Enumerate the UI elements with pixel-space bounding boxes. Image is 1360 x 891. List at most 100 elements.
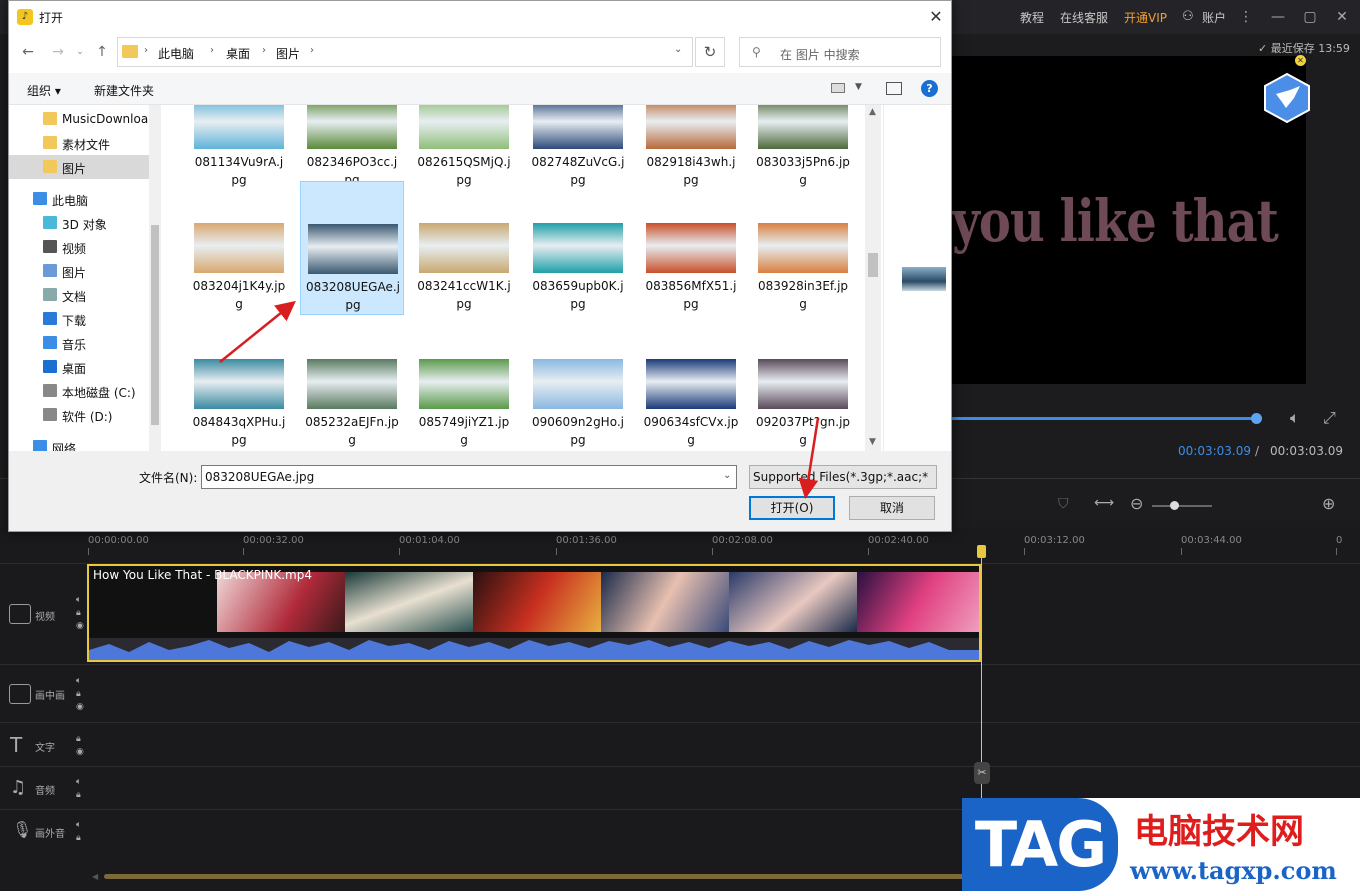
zoom-out-icon[interactable]: ⊖	[1130, 494, 1143, 513]
file-name: 083659upb0K.jpg	[532, 279, 624, 311]
playhead-handle[interactable]	[977, 545, 986, 558]
nav-item[interactable]: 下载	[9, 307, 149, 331]
nav-scrollbar[interactable]	[149, 105, 161, 451]
preview-pane-icon[interactable]	[886, 82, 902, 95]
nav-item[interactable]: 软件 (D:)	[9, 403, 149, 427]
documents-icon	[43, 288, 57, 301]
file-item[interactable]: 090609n2gHo.jpg	[526, 317, 630, 451]
file-item[interactable]: 090634sfCVx.jpg	[639, 317, 743, 451]
file-item[interactable]: 085232aEJFn.jpg	[300, 317, 404, 451]
progress-handle[interactable]	[1251, 413, 1262, 424]
scroll-up-icon[interactable]: ▲	[869, 107, 876, 117]
file-thumbnail	[307, 105, 397, 149]
recent-dropdown-icon[interactable]: ⌄	[71, 43, 89, 61]
view-options-icon[interactable]	[831, 83, 845, 93]
account-link[interactable]: 账户	[1202, 9, 1226, 26]
nav-item[interactable]: 图片	[9, 259, 149, 283]
file-item[interactable]: 084843qXPHu.jpg	[187, 317, 291, 451]
marker-icon[interactable]: ⛉	[1058, 496, 1069, 512]
breadcrumb-desktop[interactable]: 桌面	[226, 45, 250, 62]
refresh-icon[interactable]: ↻	[695, 37, 725, 67]
file-name: 083241ccW1K.jpg	[417, 279, 511, 311]
file-item[interactable]: 083928in3Ef.jpg	[751, 181, 855, 315]
track-controls-icon[interactable]: 🔈︎ 🔒︎	[76, 776, 81, 802]
nav-scroll-thumb[interactable]	[151, 225, 159, 425]
file-grid: 081134Vu9rA.jpg 082346PO3cc.jpg 082615QSMj…	[161, 105, 881, 451]
file-item[interactable]: 083204j1K4y.jpg	[187, 181, 291, 315]
nav-item[interactable]: MusicDownloa	[9, 107, 149, 131]
file-scrollbar[interactable]: ▲ ▼	[865, 105, 881, 451]
maximize-icon[interactable]: ▢	[1300, 7, 1320, 27]
breadcrumb-this-pc[interactable]: 此电脑	[158, 45, 194, 62]
file-item[interactable]: 085749jiYZ1.jpg	[412, 317, 516, 451]
nav-item[interactable]: 网络	[9, 435, 149, 451]
track-controls-icon[interactable]: 🔒︎ ◉	[76, 733, 84, 759]
video-preview[interactable]: you like that	[952, 56, 1306, 384]
nav-item[interactable]: 3D 对象	[9, 211, 149, 235]
track-text: T 文字 🔒︎ ◉	[0, 722, 1360, 766]
file-item[interactable]: 083856MfX51.jpg	[639, 181, 743, 315]
nav-item[interactable]: 文档	[9, 283, 149, 307]
file-item[interactable]: 083208UEGAe.jpg	[300, 181, 404, 315]
file-item[interactable]: 092037Pt?gn.jpg	[751, 317, 855, 451]
nav-item[interactable]: 音乐	[9, 331, 149, 355]
video-clip[interactable]: How You Like That - BLACKPINK.mp4	[87, 564, 981, 662]
organize-button[interactable]: 组织 ▾	[27, 82, 61, 99]
help-icon[interactable]: ?	[921, 80, 938, 97]
track-controls-icon[interactable]: 🔈︎ 🔒︎	[76, 819, 81, 845]
file-thumbnail	[646, 223, 736, 273]
track-controls-icon[interactable]: 🔈︎ 🔒︎ ◉	[76, 594, 84, 633]
file-name: 090634sfCVx.jpg	[643, 415, 739, 447]
track-controls-icon[interactable]: 🔈︎ 🔒︎ ◉	[76, 675, 84, 714]
nav-item-label: 图片	[62, 162, 87, 176]
scroll-left-icon[interactable]: ◀	[92, 872, 98, 881]
menu-icon[interactable]: ⋮	[1236, 7, 1256, 27]
fit-width-icon[interactable]: ⟷	[1094, 495, 1114, 511]
breadcrumb-pictures[interactable]: 图片	[276, 45, 300, 62]
nav-item[interactable]: 图片	[9, 155, 149, 179]
filename-label: 文件名(N):	[139, 471, 198, 485]
cancel-button[interactable]: 取消	[849, 496, 935, 520]
chevron-down-icon[interactable]: ⌄	[674, 44, 682, 55]
up-arrow-icon[interactable]: ↑	[93, 43, 111, 61]
fullscreen-icon[interactable]: ⤢	[1323, 408, 1336, 428]
chevron-right-icon: ›	[310, 45, 314, 56]
playback-progress[interactable]	[952, 417, 1256, 420]
zoom-in-icon[interactable]: ⊕	[1322, 494, 1335, 513]
open-button[interactable]: 打开(O)	[749, 496, 835, 520]
new-folder-button[interactable]: 新建文件夹	[94, 82, 154, 99]
watermark: TAG 电脑技术网 www.tagxp.com	[962, 798, 1360, 891]
view-dropdown-icon[interactable]: ▼	[855, 82, 862, 92]
filetype-select[interactable]: Supported Files(*.3gp;*.aac;*	[749, 465, 937, 489]
timeline-scrollbar[interactable]	[104, 874, 980, 879]
vip-link[interactable]: 开通VIP	[1124, 9, 1167, 26]
dialog-close-icon[interactable]: ✕	[925, 6, 947, 28]
search-input[interactable]: ⚲ 在 图片 中搜索	[739, 37, 941, 67]
online-service-link[interactable]: 在线客服	[1060, 9, 1108, 26]
file-item[interactable]: 083659upb0K.jpg	[526, 181, 630, 315]
nav-item[interactable]: 桌面	[9, 355, 149, 379]
nav-item-label: 下载	[62, 314, 87, 328]
tutorial-link[interactable]: 教程	[1020, 9, 1044, 26]
nav-item[interactable]: 视频	[9, 235, 149, 259]
download-icon	[43, 312, 57, 325]
filename-input[interactable]: 083208UEGAe.jpg	[201, 465, 737, 489]
volume-icon[interactable]: 🔈︎	[1290, 408, 1300, 428]
forward-arrow-icon[interactable]: →	[49, 43, 67, 61]
zoom-slider-handle[interactable]	[1170, 501, 1179, 510]
file-item[interactable]: 083241ccW1K.jpg	[412, 181, 516, 315]
zoom-slider[interactable]	[1152, 505, 1212, 507]
close-icon[interactable]: ✕	[1332, 7, 1352, 27]
split-scissors-icon[interactable]: ✂	[974, 762, 990, 784]
chevron-down-icon[interactable]: ⌄	[723, 470, 731, 481]
nav-item[interactable]: 本地磁盘 (C:)	[9, 379, 149, 403]
close-badge-icon[interactable]: ✕	[1295, 55, 1306, 66]
bird-logo-icon[interactable]	[1262, 72, 1312, 124]
back-arrow-icon[interactable]: ←	[19, 43, 37, 61]
nav-item[interactable]: 素材文件	[9, 131, 149, 155]
file-scroll-thumb[interactable]	[868, 253, 878, 277]
nav-item[interactable]: 此电脑	[9, 187, 149, 211]
address-bar[interactable]: › 此电脑 › 桌面 › 图片 › ⌄	[117, 37, 693, 67]
scroll-down-icon[interactable]: ▼	[869, 437, 876, 447]
minimize-icon[interactable]: —	[1268, 7, 1288, 27]
